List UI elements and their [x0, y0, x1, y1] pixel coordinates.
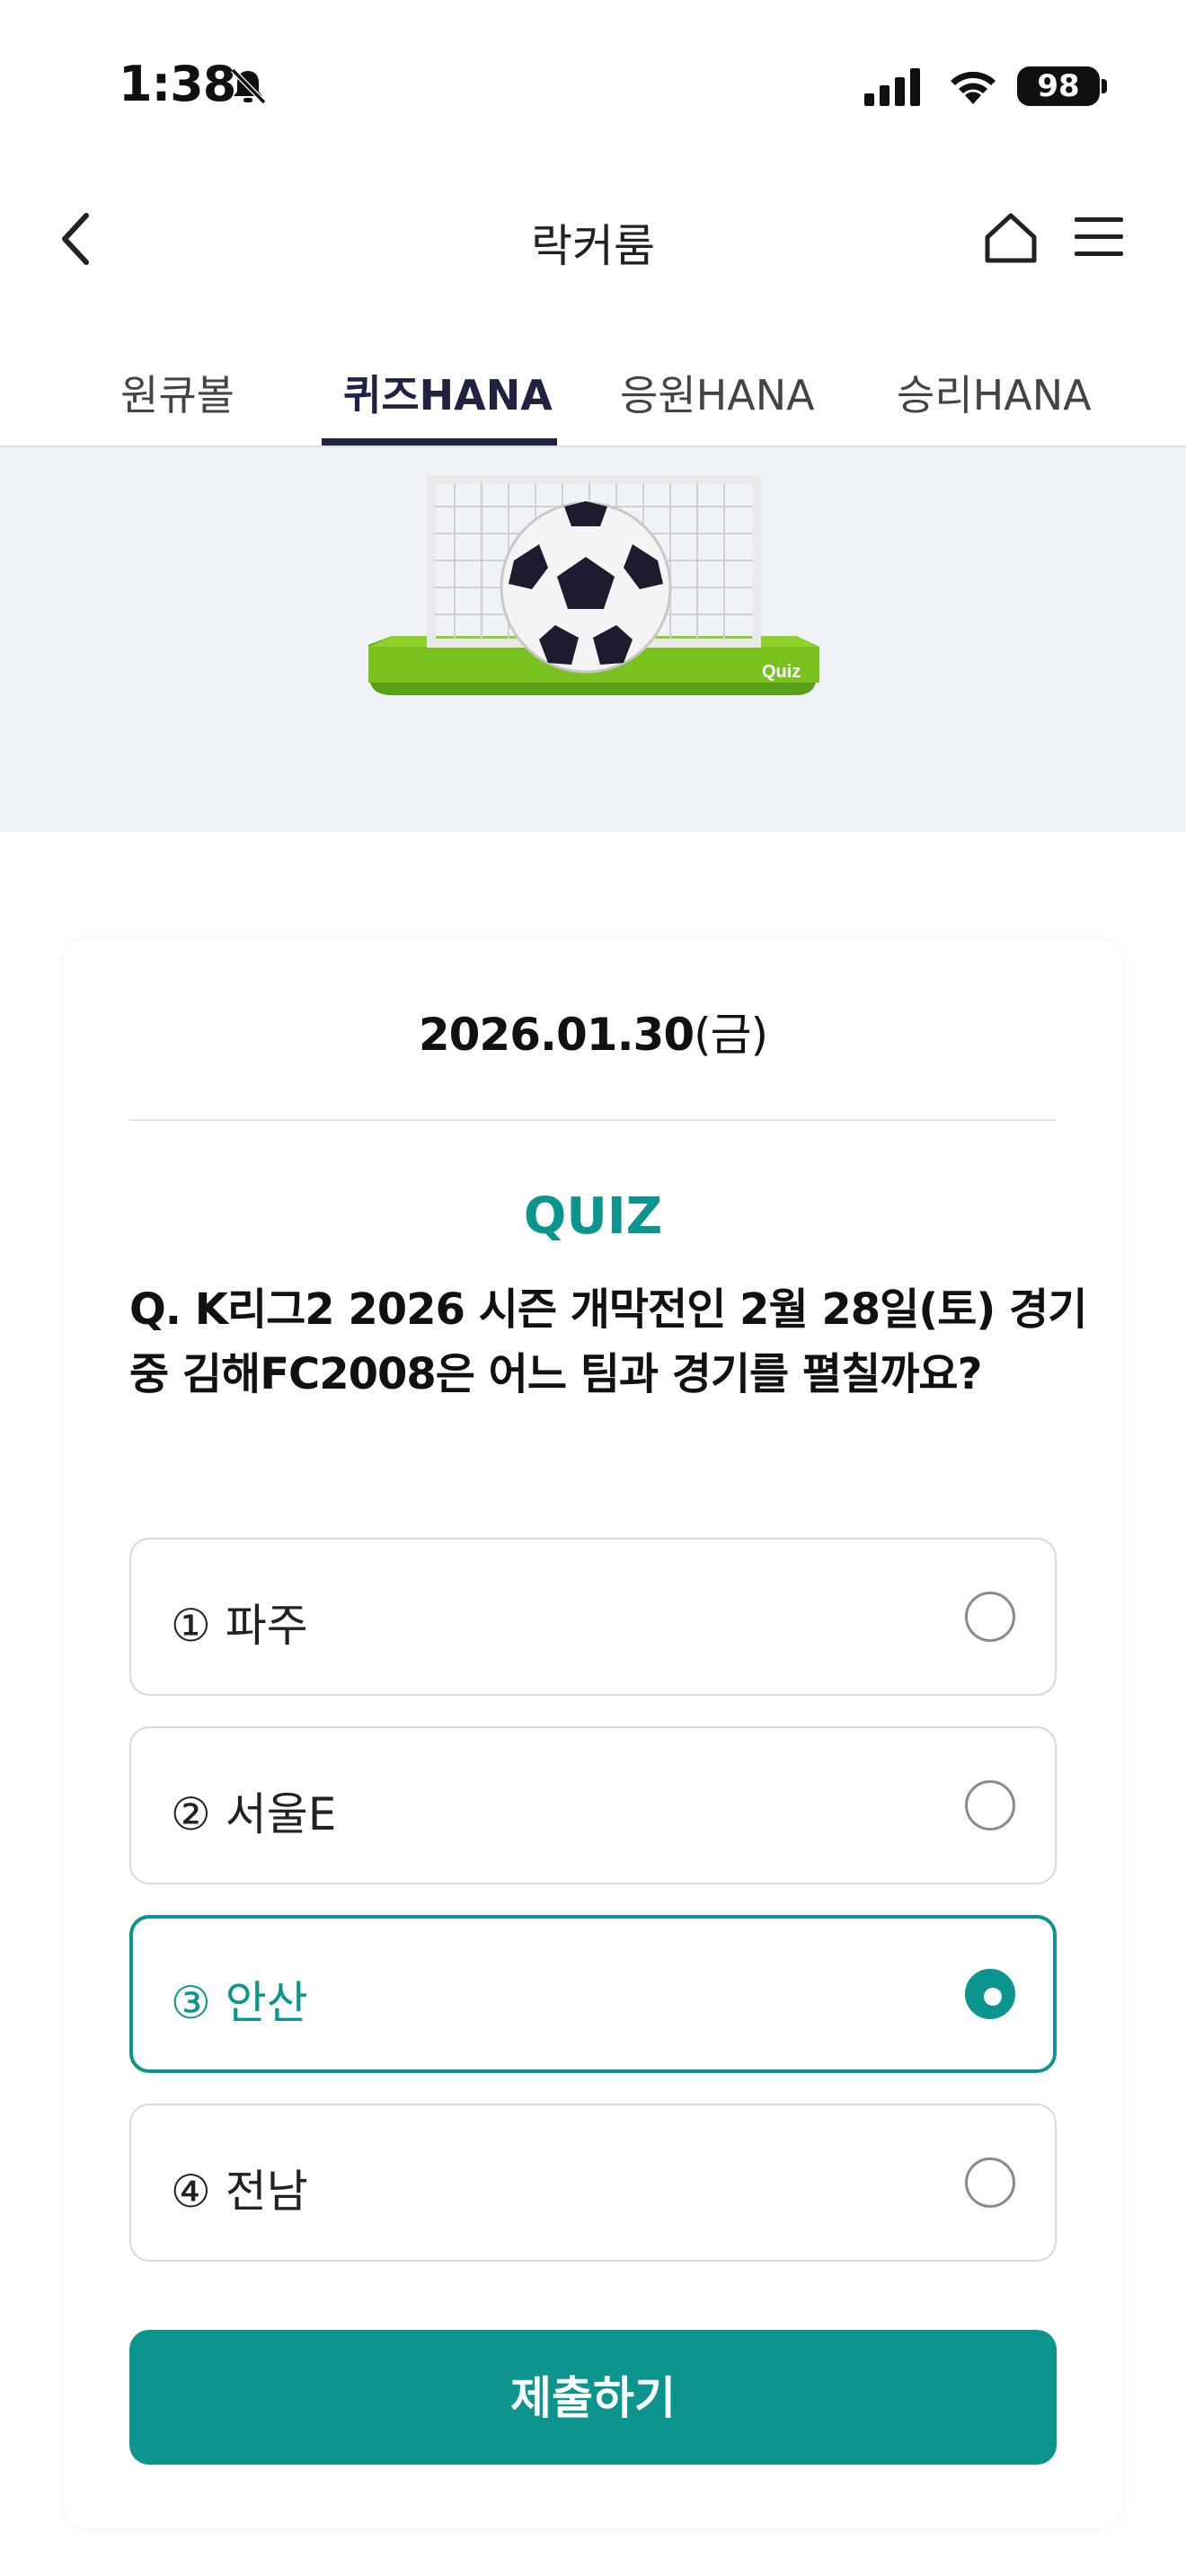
radio-button[interactable]: [965, 2157, 1015, 2208]
tab-victory-hana[interactable]: 승리HANA: [897, 363, 1092, 422]
wifi-icon: [951, 71, 996, 104]
app-header: 락커룸: [0, 171, 1186, 305]
quiz-option-4[interactable]: ④ 전남: [129, 2104, 1057, 2262]
status-time: 1:38: [119, 56, 236, 112]
option-label: ① 파주: [171, 1600, 308, 1652]
quiz-option-3[interactable]: ③ 안산: [129, 1915, 1057, 2073]
quiz-card: 2026.01.30(금) QUIZ Q. K리그2 2026 시즌 개막전인 …: [65, 940, 1121, 2527]
tab-quiz-hana[interactable]: 퀴즈HANA: [343, 363, 553, 422]
quiz-day-of-week: (금): [694, 1009, 768, 1061]
radio-button[interactable]: [965, 1780, 1015, 1831]
home-icon[interactable]: [983, 210, 1039, 266]
tab-cheer-hana[interactable]: 응원HANA: [620, 363, 815, 422]
battery-tip: [1102, 79, 1107, 93]
battery-icon: 98: [1017, 66, 1100, 106]
signal-icon: [864, 68, 920, 106]
banner-art-text: Quiz: [762, 662, 801, 682]
quiz-date: 2026.01.30(금): [65, 999, 1121, 1063]
status-bar: 1:38 98: [0, 0, 1186, 171]
option-label: ② 서울E: [171, 1788, 337, 1840]
option-label: ④ 전남: [171, 2166, 308, 2218]
bell-slash-icon: [230, 67, 267, 105]
quiz-question: Q. K리그2 2026 시즌 개막전인 2월 28일(토) 경기 중 김해FC…: [129, 1284, 1087, 1399]
tab-bar: 원큐볼 퀴즈HANA 응원HANA 승리HANA: [0, 341, 1186, 447]
soccer-goal-ball-image: Quiz: [368, 475, 819, 695]
quiz-option-1[interactable]: ① 파주: [129, 1538, 1057, 1696]
quiz-label: QUIZ: [523, 1187, 663, 1246]
radio-button[interactable]: [965, 1592, 1015, 1642]
tab-onecueball[interactable]: 원큐볼: [120, 363, 235, 422]
quiz-date-value: 2026.01.30: [418, 1009, 695, 1061]
active-tab-indicator: [322, 438, 557, 446]
submit-button[interactable]: 제출하기: [129, 2330, 1057, 2465]
quiz-banner: Quiz: [0, 447, 1186, 832]
quiz-option-2[interactable]: ② 서울E: [129, 1726, 1057, 1884]
divider: [129, 1119, 1057, 1121]
option-label: ③ 안산: [171, 1977, 308, 2029]
hamburger-menu-icon[interactable]: [1073, 212, 1125, 262]
radio-button-selected[interactable]: [965, 1969, 1015, 2019]
